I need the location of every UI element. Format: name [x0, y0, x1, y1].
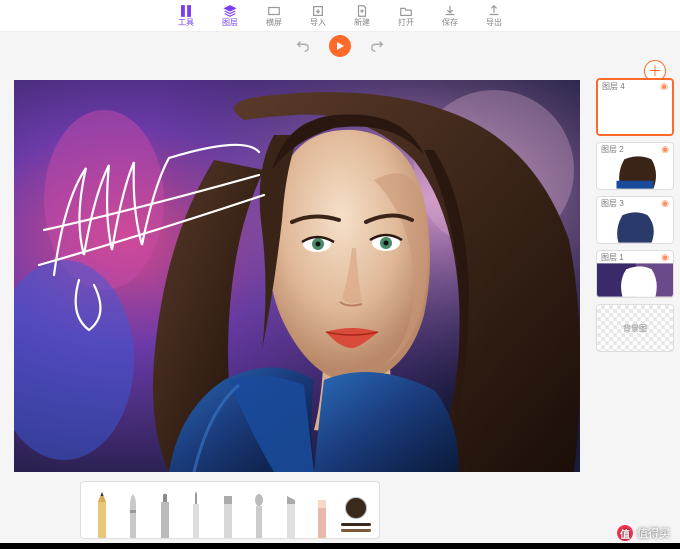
watermark-badge: 值 [617, 525, 633, 541]
undo-button[interactable] [295, 38, 311, 54]
layer-label: 图层 4 [602, 83, 625, 91]
brush-tray [80, 481, 380, 539]
brush-pencil[interactable] [89, 488, 115, 538]
toolbar-layers[interactable]: 图层 [222, 4, 238, 27]
layer-label: 背景图 [597, 305, 673, 351]
brush-eraser[interactable] [310, 488, 336, 538]
toolbar-save[interactable]: 保存 [442, 4, 458, 27]
canvas-artwork [14, 80, 580, 472]
layer-thumb [597, 155, 673, 189]
toolbar-label: 工具 [178, 19, 194, 27]
toolbar-open[interactable]: 打开 [398, 4, 414, 27]
layer-item[interactable]: 图层 2 ◉ [596, 142, 674, 190]
brush-flat[interactable] [215, 488, 241, 538]
toolbar-tool[interactable]: 工具 [178, 4, 194, 27]
toolbar-export[interactable]: 导出 [486, 4, 502, 27]
toolbar-label: 新建 [354, 19, 370, 27]
brush-airbrush[interactable] [247, 488, 273, 538]
canvas-area[interactable] [14, 80, 580, 472]
toolbar-import[interactable]: 导入 [310, 4, 326, 27]
layers-panel: 图层 4 ◉ 图层 2 ◉ 图层 3 ◉ 图层 1 ◉ 背景图 [596, 78, 674, 352]
brush-fine[interactable] [184, 488, 210, 538]
import-icon [311, 4, 325, 18]
export-icon [487, 4, 501, 18]
color-swatch-primary[interactable] [345, 497, 367, 519]
open-icon [399, 4, 413, 18]
color-line-2[interactable] [341, 529, 371, 532]
brush-pen[interactable] [121, 488, 147, 538]
layer-label: 图层 1 [601, 254, 624, 262]
redo-button[interactable] [369, 38, 385, 54]
layer-item[interactable]: 图层 1 ◉ [596, 250, 674, 298]
brush-marker[interactable] [152, 488, 178, 538]
save-icon [443, 4, 457, 18]
toolbar-label: 导入 [310, 19, 326, 27]
layer-thumb [597, 263, 673, 297]
layer-item-bg[interactable]: 背景图 [596, 304, 674, 352]
transform-icon [267, 4, 281, 18]
play-button[interactable] [329, 35, 351, 57]
eye-icon[interactable]: ◉ [661, 145, 669, 154]
layer-thumb [598, 92, 672, 134]
top-toolbar: 工具 图层 横屏 导入 新建 打开 保存 导出 [0, 0, 680, 32]
eye-icon[interactable]: ◉ [660, 82, 668, 91]
toolbar-label: 打开 [398, 19, 414, 27]
watermark-text: 值得买 [637, 525, 670, 541]
color-swatch-group [341, 497, 371, 538]
toolbar-transform[interactable]: 横屏 [266, 4, 282, 27]
toolbar-label: 图层 [222, 19, 238, 27]
tool-icon [179, 4, 193, 18]
bottom-bar [0, 543, 680, 549]
layer-item[interactable]: 图层 3 ◉ [596, 196, 674, 244]
watermark: 值 值得买 [617, 525, 670, 541]
layer-label: 图层 3 [601, 200, 624, 208]
toolbar-new[interactable]: 新建 [354, 4, 370, 27]
toolbar-label: 横屏 [266, 19, 282, 27]
layer-thumb: 背景图 [597, 305, 673, 351]
eye-icon[interactable]: ◉ [661, 253, 669, 262]
layer-item[interactable]: 图层 4 ◉ [596, 78, 674, 136]
color-line-1[interactable] [341, 523, 371, 526]
brush-chisel[interactable] [278, 488, 304, 538]
new-icon [355, 4, 369, 18]
layer-thumb [597, 209, 673, 243]
toolbar-label: 保存 [442, 19, 458, 27]
history-bar [0, 34, 680, 58]
layer-label: 图层 2 [601, 146, 624, 154]
layers-icon [223, 4, 237, 18]
eye-icon[interactable]: ◉ [661, 199, 669, 208]
toolbar-label: 导出 [486, 19, 502, 27]
